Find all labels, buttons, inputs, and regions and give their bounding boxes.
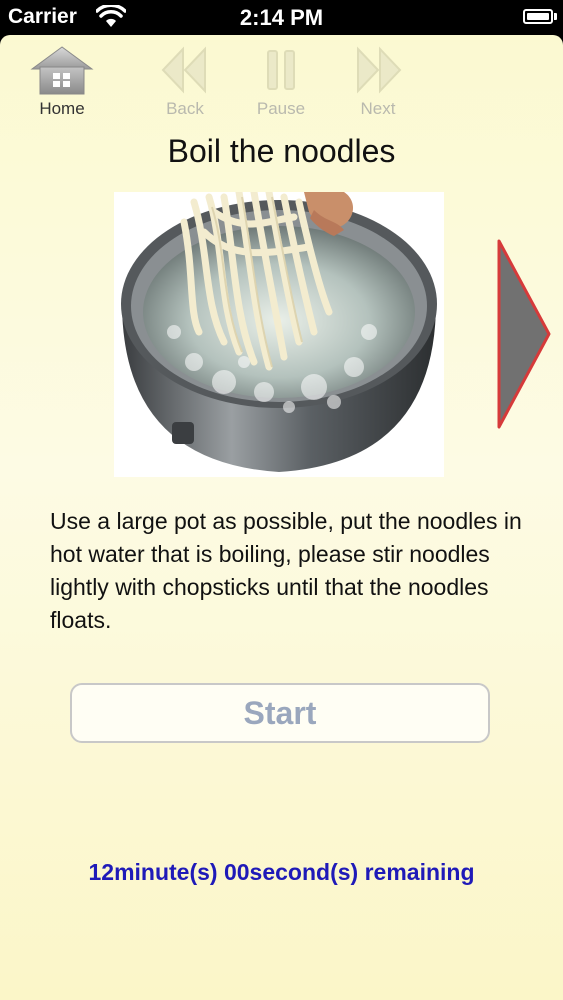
start-timer-button[interactable]: Start <box>70 683 490 743</box>
home-button[interactable]: Home <box>17 45 107 125</box>
pause-label: Pause <box>256 99 306 118</box>
back-label: Back <box>166 99 204 118</box>
step-title: Boil the noodles <box>167 133 396 169</box>
next-button[interactable]: Next <box>333 45 423 125</box>
next-label: Next <box>360 99 396 118</box>
pause-button[interactable]: Pause <box>236 45 326 125</box>
fast-forward-icon <box>357 46 402 94</box>
timer-remaining: 12minute(s) 00second(s) remaining <box>88 859 475 885</box>
rewind-icon <box>161 46 206 94</box>
recipe-step-screen: Home Back Pause Next Boil the noodles Us… <box>0 35 563 1000</box>
home-label: Home <box>39 99 85 118</box>
pause-icon <box>267 50 295 90</box>
battery-tip <box>554 13 557 20</box>
status-bar: Carrier 2:14 PM <box>0 0 563 35</box>
step-instructions: Use a large pot as possible, put the noo… <box>50 508 522 633</box>
battery-icon <box>523 9 553 24</box>
house-icon <box>30 46 94 95</box>
back-button[interactable]: Back <box>140 45 230 125</box>
noodle-pot-photo <box>114 192 444 477</box>
next-step-arrow-icon[interactable] <box>496 238 552 430</box>
clock: 2:14 PM <box>239 5 324 30</box>
